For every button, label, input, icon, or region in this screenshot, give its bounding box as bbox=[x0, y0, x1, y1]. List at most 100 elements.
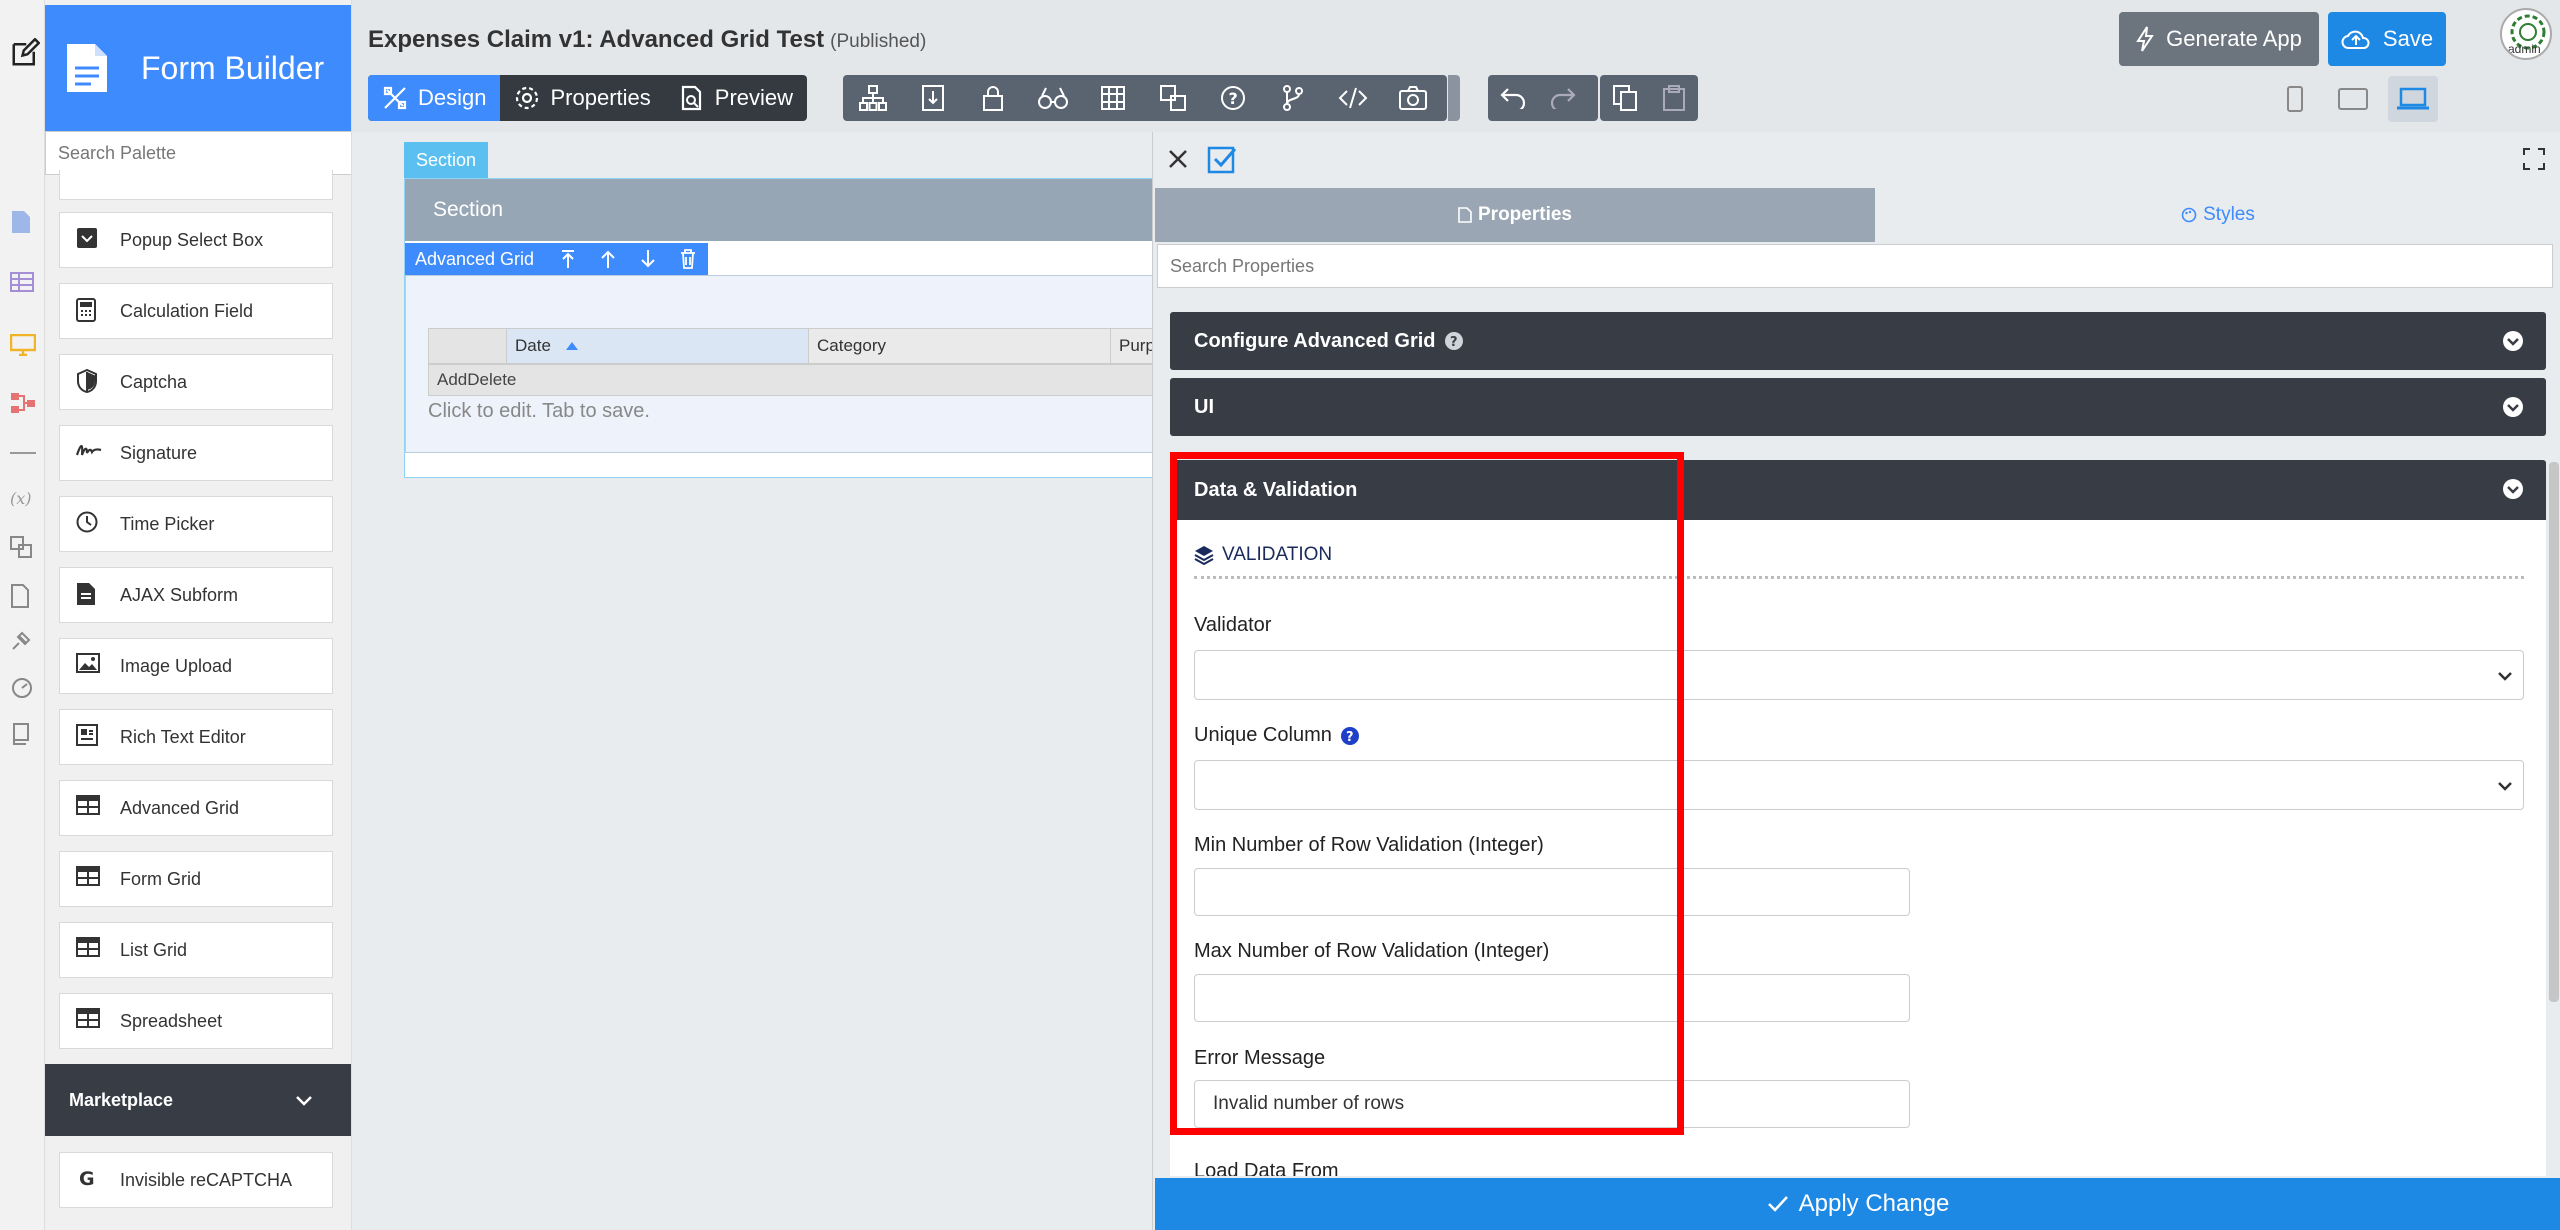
palette-item-calculation-field[interactable]: Calculation Field bbox=[59, 283, 333, 339]
palette-search-input[interactable] bbox=[45, 131, 351, 175]
palette-item-signature[interactable]: Signature bbox=[59, 425, 333, 481]
properties-panel-toolbar bbox=[1153, 132, 2560, 188]
toolbar-overflow[interactable] bbox=[1448, 75, 1460, 121]
accordion-data-validation[interactable]: Data & Validation bbox=[1170, 460, 2546, 520]
arrow-down-icon[interactable] bbox=[628, 243, 668, 275]
validation-heading: VALIDATION bbox=[1194, 544, 1332, 566]
min-rows-label: Min Number of Row Validation (Integer) bbox=[1194, 834, 1544, 856]
unique-column-select[interactable] bbox=[1194, 760, 2524, 810]
chevron-down-circle-icon bbox=[2503, 479, 2523, 499]
grid-add-delete-row[interactable]: AddDelete bbox=[428, 364, 1168, 396]
error-message-input[interactable]: Invalid number of rows bbox=[1194, 1080, 1910, 1128]
advanced-grid-preview[interactable]: Date Category Purp AddDelete Click to ed… bbox=[405, 275, 1168, 453]
copy-icon[interactable] bbox=[1600, 75, 1649, 121]
palette-item-form-grid[interactable]: Form Grid bbox=[59, 851, 333, 907]
api-doc-icon[interactable] bbox=[10, 722, 34, 746]
question-circle-icon[interactable]: ? bbox=[1444, 331, 1464, 351]
camera-icon[interactable] bbox=[1383, 75, 1443, 121]
redo-icon[interactable] bbox=[1538, 75, 1588, 121]
palette-item-spreadsheet[interactable]: Spreadsheet bbox=[59, 993, 333, 1049]
properties-search-input[interactable] bbox=[1157, 244, 2553, 288]
copy-paste-group bbox=[1600, 75, 1698, 121]
variable-icon[interactable]: (x) bbox=[10, 488, 34, 512]
edit-icon[interactable] bbox=[10, 38, 40, 66]
trash-icon[interactable] bbox=[668, 243, 708, 275]
field-icon[interactable] bbox=[903, 75, 963, 121]
save-button[interactable]: Save bbox=[2328, 12, 2446, 66]
min-rows-input[interactable] bbox=[1194, 868, 1910, 916]
section-tab[interactable]: Section bbox=[404, 142, 489, 178]
unique-column-label: Unique Column bbox=[1194, 724, 1332, 746]
mobile-view-icon[interactable] bbox=[2270, 76, 2320, 122]
grid-column-category-label: Category bbox=[817, 336, 886, 355]
help-circle-icon[interactable]: ? bbox=[1340, 726, 1360, 746]
grid-icon[interactable] bbox=[1083, 75, 1143, 121]
palette-item-captcha[interactable]: Captcha bbox=[59, 354, 333, 410]
preview-mode-label: Preview bbox=[714, 85, 794, 110]
translate-icon[interactable] bbox=[1143, 75, 1203, 121]
desktop-view-icon[interactable] bbox=[2388, 76, 2438, 122]
load-data-label: Load Data From bbox=[1194, 1160, 1339, 1176]
palette-item-label: Spreadsheet bbox=[120, 1010, 223, 1031]
shield-icon bbox=[76, 369, 102, 395]
gear-icon bbox=[516, 86, 539, 110]
grid-column-date[interactable]: Date bbox=[507, 329, 809, 363]
max-rows-input[interactable] bbox=[1194, 974, 1910, 1022]
plugin-icon[interactable] bbox=[10, 630, 34, 654]
lock-icon[interactable] bbox=[963, 75, 1023, 121]
binoculars-icon[interactable] bbox=[1023, 75, 1083, 121]
generate-app-button[interactable]: Generate App bbox=[2119, 12, 2319, 66]
apply-change-button[interactable]: Apply Change bbox=[1155, 1178, 2560, 1230]
palette-item-list-grid[interactable]: List Grid bbox=[59, 922, 333, 978]
undo-icon[interactable] bbox=[1488, 75, 1538, 121]
palette-item-label: Time Picker bbox=[120, 513, 215, 534]
paste-icon[interactable] bbox=[1649, 75, 1698, 121]
avatar[interactable]: admin bbox=[2500, 8, 2552, 60]
palette-item-time-picker[interactable]: Time Picker bbox=[59, 496, 333, 552]
i18n-icon[interactable] bbox=[10, 536, 34, 560]
datalist-icon[interactable] bbox=[10, 272, 34, 296]
preview-mode-button[interactable]: Preview bbox=[665, 75, 807, 121]
palette-item-ajax-subform[interactable]: AJAX Subform bbox=[59, 567, 333, 623]
palette-item-advanced-grid[interactable]: Advanced Grid bbox=[59, 780, 333, 836]
userview-icon[interactable] bbox=[10, 334, 36, 358]
popup-select-icon bbox=[76, 227, 102, 253]
palette-icon bbox=[2181, 207, 2197, 223]
palette-item-rich-text-editor[interactable]: Rich Text Editor bbox=[59, 709, 333, 765]
palette-item-popup-select-box[interactable]: Popup Select Box bbox=[59, 212, 333, 268]
tab-properties[interactable]: Properties bbox=[1155, 188, 1875, 242]
svg-text:?: ? bbox=[1346, 730, 1354, 745]
palette-title: Form Builder bbox=[141, 49, 325, 86]
properties-mode-button[interactable]: Properties bbox=[500, 75, 664, 121]
arrow-up-icon[interactable] bbox=[588, 243, 628, 275]
error-message-label: Error Message bbox=[1194, 1047, 1326, 1069]
accordion-configure-advanced-grid[interactable]: Configure Advanced Grid ? bbox=[1170, 312, 2546, 370]
palette-item-image-upload[interactable]: Image Upload bbox=[59, 638, 333, 694]
checkbox-confirm-icon[interactable] bbox=[1207, 144, 1237, 174]
palette-item-label: Signature bbox=[120, 442, 198, 463]
section-container[interactable]: Section Advanced Grid Date Category Purp… bbox=[404, 178, 1168, 478]
palette-item-label: Image Upload bbox=[120, 655, 233, 676]
fullscreen-icon[interactable] bbox=[2523, 148, 2545, 170]
properties-scrollbar[interactable] bbox=[2549, 462, 2559, 1002]
marketplace-item-invisible-recaptcha[interactable]: G Invisible reCAPTCHA bbox=[59, 1152, 333, 1208]
move-up-parent-icon[interactable] bbox=[548, 243, 588, 275]
process-icon[interactable] bbox=[10, 392, 35, 416]
design-mode-button[interactable]: Design bbox=[368, 75, 501, 121]
tablet-view-icon[interactable] bbox=[2328, 76, 2378, 122]
design-mode-label: Design bbox=[418, 85, 487, 110]
accordion-ui[interactable]: UI bbox=[1170, 378, 2546, 436]
palette-item-partial[interactable] bbox=[59, 170, 333, 200]
form-icon[interactable] bbox=[10, 210, 34, 234]
marketplace-header[interactable]: Marketplace bbox=[45, 1064, 351, 1136]
report-icon[interactable] bbox=[10, 584, 34, 608]
tree-icon[interactable] bbox=[843, 75, 903, 121]
grid-column-category[interactable]: Category bbox=[809, 329, 1111, 363]
close-icon[interactable] bbox=[1167, 148, 1189, 170]
validator-select[interactable] bbox=[1194, 650, 2524, 700]
performance-icon[interactable] bbox=[10, 676, 34, 700]
branch-icon[interactable] bbox=[1263, 75, 1323, 121]
code-icon[interactable] bbox=[1323, 75, 1383, 121]
tab-styles[interactable]: Styles bbox=[1875, 188, 2560, 242]
help-icon[interactable]: ? bbox=[1203, 75, 1263, 121]
